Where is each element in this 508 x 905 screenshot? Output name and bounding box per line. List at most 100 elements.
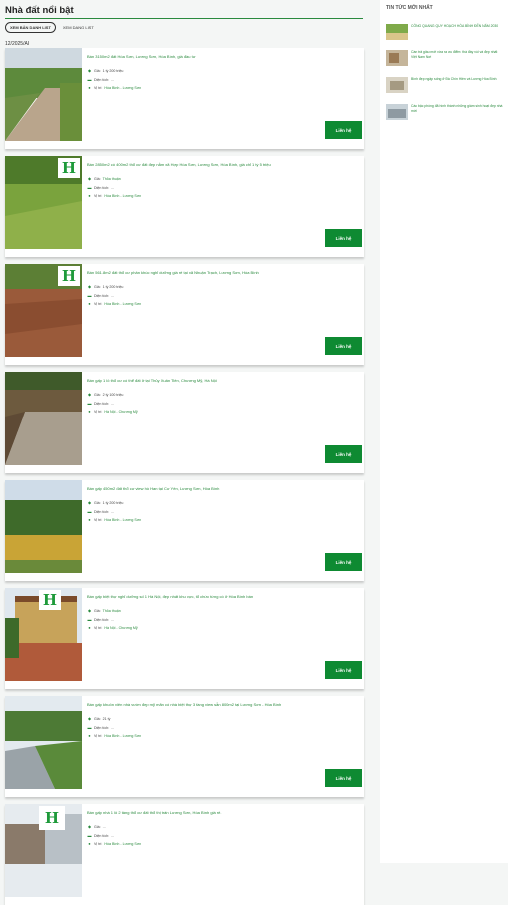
news-thumbnail[interactable] (386, 24, 408, 40)
listing-photo[interactable]: H (5, 588, 82, 681)
listing-title[interactable]: Bán 561.8m2 đất thổ cư phân khúc nghỉ dư… (87, 270, 357, 275)
map-pin-icon: ● (88, 301, 91, 306)
listing-title[interactable]: Bán 3150m2 đất Hòa Sơn, Lương Sơn, Hòa B… (87, 54, 357, 59)
title-divider (5, 18, 363, 19)
listing-card[interactable]: H Bán gấp nhà 1 lô 2 tầng thổ cư đất thổ… (5, 804, 364, 905)
area-row: ▬ Diện tích:... (87, 509, 115, 514)
sidebar-title: TIN TỨC MỚI NHẤT (386, 5, 433, 11)
map-pin-icon: ● (88, 517, 91, 522)
tag-icon: ◆ (87, 608, 92, 613)
listing-card[interactable]: H Bán 2850m2 có 400m2 thổ cư đất đẹp nằm… (5, 156, 364, 257)
listing-photo[interactable] (5, 696, 82, 789)
map-pin-icon: ● (88, 733, 91, 738)
news-title[interactable]: CÔNG QUANG QUY HOẠCH HÒA BÌNH ĐẾN NĂM 20… (411, 24, 498, 40)
area-icon: ▬ (87, 617, 92, 622)
listing-title[interactable]: Bán gấp 1 lô thổ cư có thể đất ở tại Thủ… (87, 378, 357, 383)
grid-view-button[interactable]: XEM DANG LIST (59, 23, 98, 32)
listing-card[interactable]: Bán gấp khuôn viên nhà vườn đẹp mỹ mãn c… (5, 696, 364, 797)
contact-button[interactable]: Liên hệ (325, 445, 362, 463)
price-row: ◆ Giá:... (87, 824, 106, 829)
news-title[interactable]: Cần trả giàu mới vừa ra ưu điểm: thà đầy… (411, 50, 504, 66)
location-row: ● Vị trí: Hà Nội - Chương Mỹ (88, 625, 138, 630)
area-row: ▬ Diện tích:... (87, 617, 115, 622)
contact-button[interactable]: Liên hệ (325, 337, 362, 355)
news-title[interactable]: Các bậc phòng đã hình thành những giám s… (411, 104, 504, 120)
area-row: ▬ Diện tích:... (87, 77, 115, 82)
listing-photo[interactable]: H (5, 264, 82, 357)
area-row: ▬ Diện tích:... (87, 293, 115, 298)
tag-icon: ◆ (87, 392, 92, 397)
map-pin-icon: ● (88, 409, 91, 414)
map-pin-icon: ● (88, 841, 91, 846)
contact-button[interactable]: Liên hệ (325, 769, 362, 787)
tag-icon: ◆ (87, 716, 92, 721)
listing-photo[interactable]: H (5, 804, 82, 897)
location-row: ● Vị trí: Hà Nội - Chương Mỹ (88, 409, 138, 414)
listing-photo[interactable] (5, 480, 82, 573)
price-row: ◆ Giá: 2 tỷ 100 triệu (87, 392, 124, 397)
listing-photo[interactable] (5, 48, 82, 141)
price-row: ◆ Giá: 1 tỷ 200 triệu (87, 284, 124, 289)
listing-title[interactable]: Bán gấp khuôn viên nhà vườn đẹp mỹ mãn c… (87, 702, 357, 707)
area-row: ▬ Diện tích:... (87, 401, 115, 406)
news-item[interactable]: CÔNG QUANG QUY HOẠCH HÒA BÌNH ĐẾN NĂM 20… (386, 24, 504, 40)
price-row: ◆ Giá: 1 tỷ 200 triệu (87, 68, 124, 73)
news-item[interactable]: Các bậc phòng đã hình thành những giám s… (386, 104, 504, 120)
area-icon: ▬ (87, 509, 92, 514)
area-row: ▬ Diện tích:... (87, 725, 115, 730)
map-pin-icon: ● (88, 193, 91, 198)
location-row: ● Vị trí: Hòa Bình - Lương Sơn (88, 841, 142, 846)
listing-card[interactable]: H Bán 561.8m2 đất thổ cư phân khúc nghỉ … (5, 264, 364, 365)
tag-icon: ◆ (87, 500, 92, 505)
news-thumbnail[interactable] (386, 50, 408, 66)
location-row: ● Vị trí: Hòa Bình - Lương Sơn (88, 517, 142, 522)
price-row: ◆ Giá: 1 tỷ 200 triệu (87, 500, 124, 505)
tag-icon: ◆ (87, 824, 92, 829)
listing-card[interactable]: Bán gấp 450m2 đất thổ cư view hồ Han tại… (5, 480, 364, 581)
news-title[interactable]: Bình đẹp ngập sống ở Đà Chín Hiền và Lươ… (411, 77, 497, 93)
listing-title[interactable]: Bán 2850m2 có 400m2 thổ cư đất đẹp nằm x… (87, 162, 357, 167)
news-item[interactable]: Bình đẹp ngập sống ở Đà Chín Hiền và Lươ… (386, 77, 504, 93)
price-row: ◆ Giá: Thỏa thuận (87, 176, 121, 181)
listings-column: Nhà đất nổi bật XEM BẢN DANH LIST XEM DA… (0, 0, 368, 905)
listing-card[interactable]: Bán 3150m2 đất Hòa Sơn, Lương Sơn, Hòa B… (5, 48, 364, 149)
date-label: 12/2025/AI (5, 41, 30, 47)
watermark-logo: H (39, 590, 61, 610)
listing-photo[interactable] (5, 372, 82, 465)
tag-icon: ◆ (87, 68, 92, 73)
area-row: ▬ Diện tích:... (87, 833, 115, 838)
listing-card[interactable]: Bán gấp 1 lô thổ cư có thể đất ở tại Thủ… (5, 372, 364, 473)
contact-button[interactable]: Liên hệ (325, 229, 362, 247)
contact-button[interactable]: Liên hệ (325, 553, 362, 571)
area-icon: ▬ (87, 77, 92, 82)
list-view-button[interactable]: XEM BẢN DANH LIST (5, 22, 56, 33)
location-row: ● Vị trí: Hòa Bình - Lương Sơn (88, 193, 142, 198)
price-row: ◆ Giá: Thỏa thuận (87, 608, 121, 613)
listing-photo[interactable]: H (5, 156, 82, 249)
tag-icon: ◆ (87, 176, 92, 181)
map-pin-icon: ● (88, 85, 91, 90)
contact-button[interactable]: Liên hệ (325, 661, 362, 679)
watermark-logo: H (58, 266, 80, 286)
contact-button[interactable]: Liên hệ (325, 121, 362, 139)
watermark-logo: H (58, 158, 80, 178)
view-toggle: XEM BẢN DANH LIST XEM DANG LIST (5, 22, 98, 33)
location-row: ● Vị trí: Hòa Bình - Lương Sơn (88, 85, 142, 90)
area-icon: ▬ (87, 293, 92, 298)
location-row: ● Vị trí: Hòa Bình - Lương Sơn (88, 301, 142, 306)
news-item[interactable]: Cần trả giàu mới vừa ra ưu điểm: thà đầy… (386, 50, 504, 66)
listing-card[interactable]: H Bán gấp biệt thự nghỉ dưỡng số 1 Hà Nộ… (5, 588, 364, 689)
area-icon: ▬ (87, 185, 92, 190)
map-pin-icon: ● (88, 625, 91, 630)
price-row: ◆ Giá: 21 tỷ (87, 716, 111, 721)
news-thumbnail[interactable] (386, 104, 408, 120)
listing-title[interactable]: Bán gấp biệt thự nghỉ dưỡng số 1 Hà Nội,… (87, 594, 357, 599)
listing-title[interactable]: Bán gấp nhà 1 lô 2 tầng thổ cư đất thổ t… (87, 810, 357, 815)
area-row: ▬ Diện tích:... (87, 185, 115, 190)
news-sidebar: TIN TỨC MỚI NHẤT CÔNG QUANG QUY HOẠCH HÒ… (380, 0, 508, 863)
watermark-logo: H (39, 806, 65, 830)
listing-title[interactable]: Bán gấp 450m2 đất thổ cư view hồ Han tại… (87, 486, 357, 491)
location-row: ● Vị trí: Hòa Bình - Lương Sơn (88, 733, 142, 738)
news-thumbnail[interactable] (386, 77, 408, 93)
tag-icon: ◆ (87, 284, 92, 289)
